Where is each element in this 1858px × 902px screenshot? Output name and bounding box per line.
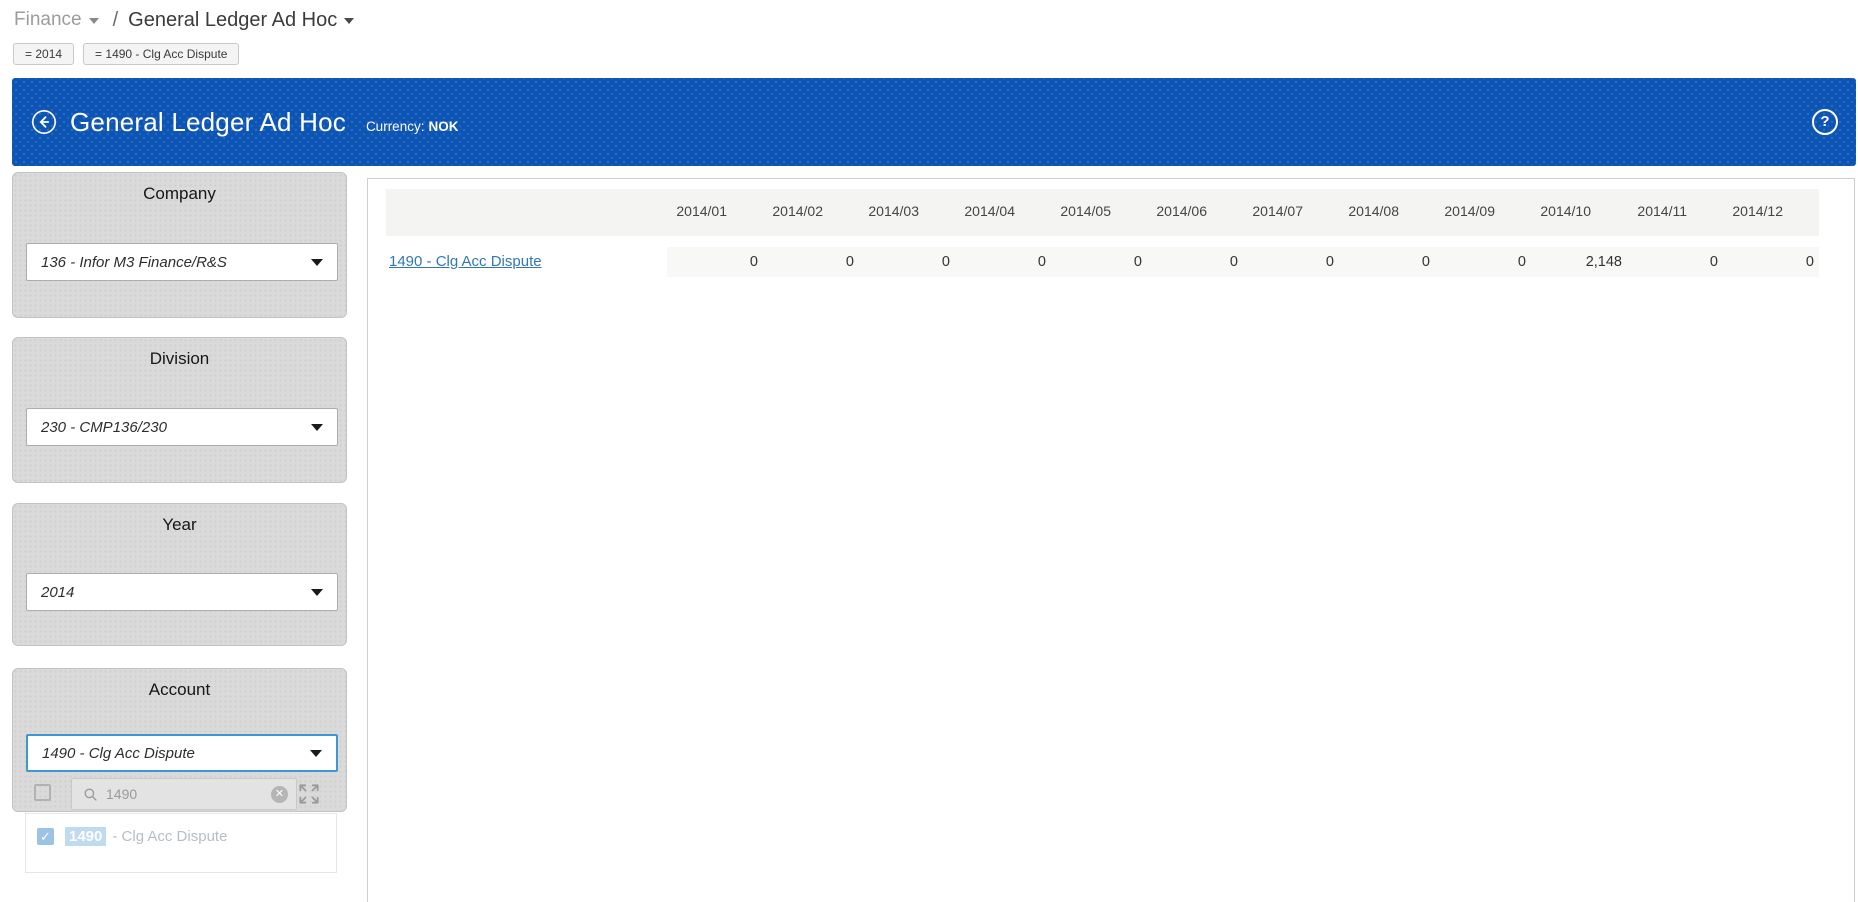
value-cell: 0 (763, 247, 859, 277)
content-card: 2014/01 2014/02 2014/03 2014/04 2014/05 … (367, 178, 1855, 902)
column-header: 2014/07 (1243, 189, 1339, 236)
panel-title: Account (13, 669, 346, 700)
filter-chip-account[interactable]: = 1490 - Clg Acc Dispute (83, 43, 239, 65)
chevron-down-icon (311, 259, 323, 266)
value-cell: 0 (1435, 247, 1531, 277)
filter-panel-company: Company 136 - Infor M3 Finance/R&S (12, 172, 347, 318)
currency-indicator: Currency:NOK (366, 119, 459, 134)
column-header: 2014/09 (1435, 189, 1531, 236)
value-cell: 0 (1723, 247, 1819, 277)
column-header: 2014/05 (1051, 189, 1147, 236)
checked-checkbox[interactable]: ✓ (37, 828, 54, 845)
chevron-down-icon[interactable] (344, 18, 354, 24)
column-header: 2014/01 (667, 189, 763, 236)
filter-panel-year: Year 2014 (12, 503, 347, 646)
account-option-label: - Clg Acc Dispute (112, 828, 227, 845)
company-select-value: 136 - Infor M3 Finance/R&S (41, 254, 311, 271)
value-cell: 0 (1627, 247, 1723, 277)
column-header: 2014/03 (859, 189, 955, 236)
row-label-column-header (386, 189, 667, 236)
account-search-input[interactable] (106, 786, 271, 802)
currency-value: NOK (428, 119, 458, 134)
value-cell: 2,148 (1531, 247, 1627, 277)
value-cell: 0 (1243, 247, 1339, 277)
filter-chip-bar: = 2014 = 1490 - Clg Acc Dispute (13, 43, 239, 65)
account-option-list: ✓ 1490 - Clg Acc Dispute (25, 813, 337, 873)
column-header: 2014/08 (1339, 189, 1435, 236)
select-all-checkbox[interactable] (34, 784, 51, 801)
value-cell: 0 (859, 247, 955, 277)
account-search-field: ✕ (71, 778, 297, 810)
back-button[interactable] (31, 109, 57, 135)
year-select-value: 2014 (41, 584, 311, 601)
back-arrow-icon (31, 109, 57, 135)
chevron-down-icon (311, 424, 323, 431)
column-header: 2014/12 (1723, 189, 1819, 236)
value-cell: 0 (1147, 247, 1243, 277)
clear-search-button[interactable]: ✕ (271, 786, 288, 803)
filter-chip-year[interactable]: = 2014 (13, 43, 74, 65)
account-select-value: 1490 - Clg Acc Dispute (42, 745, 310, 762)
panel-title: Year (13, 504, 346, 535)
chevron-down-icon (311, 589, 323, 596)
help-icon: ? (1820, 113, 1829, 130)
value-cell: 0 (1339, 247, 1435, 277)
table-header-row: 2014/01 2014/02 2014/03 2014/04 2014/05 … (386, 189, 1819, 236)
help-button[interactable]: ? (1812, 109, 1838, 135)
page-header: General Ledger Ad Hoc Currency:NOK ? (12, 78, 1856, 166)
breadcrumb-current[interactable]: General Ledger Ad Hoc (128, 9, 337, 32)
panel-title: Company (13, 173, 346, 204)
account-select[interactable]: 1490 - Clg Acc Dispute (26, 734, 338, 772)
panel-title: Division (13, 338, 346, 369)
filter-panel-division: Division 230 - CMP136/230 (12, 337, 347, 483)
expand-button[interactable] (296, 781, 322, 807)
column-header: 2014/02 (763, 189, 859, 236)
account-option-code: 1490 (65, 827, 106, 846)
page: Finance / General Ledger Ad Hoc = 2014 =… (0, 0, 1858, 902)
breadcrumb-parent[interactable]: Finance (14, 9, 82, 31)
currency-label: Currency: (366, 119, 425, 134)
company-select[interactable]: 136 - Infor M3 Finance/R&S (26, 243, 338, 281)
table-row: 1490 - Clg Acc Dispute 0 0 0 0 0 0 0 0 0… (386, 247, 1819, 277)
breadcrumb: Finance / General Ledger Ad Hoc (14, 7, 354, 33)
row-label-cell: 1490 - Clg Acc Dispute (386, 247, 667, 277)
year-select[interactable]: 2014 (26, 573, 338, 611)
account-option[interactable]: ✓ 1490 - Clg Acc Dispute (26, 814, 336, 846)
account-row-link[interactable]: 1490 - Clg Acc Dispute (389, 253, 542, 270)
column-header: 2014/11 (1627, 189, 1723, 236)
breadcrumb-separator: / (113, 9, 119, 32)
chevron-down-icon (310, 750, 322, 757)
value-cell: 0 (667, 247, 763, 277)
value-cell: 0 (1051, 247, 1147, 277)
account-search-row: ✕ (13, 773, 346, 813)
division-select[interactable]: 230 - CMP136/230 (26, 408, 338, 446)
filter-panel-account: Account 1490 - Clg Acc Dispute ✕ (12, 668, 347, 812)
clear-icon: ✕ (275, 788, 284, 800)
value-cell: 0 (955, 247, 1051, 277)
page-title: General Ledger Ad Hoc (70, 107, 346, 138)
column-header: 2014/04 (955, 189, 1051, 236)
search-icon (83, 787, 98, 802)
column-header: 2014/10 (1531, 189, 1627, 236)
division-select-value: 230 - CMP136/230 (41, 419, 311, 436)
check-icon: ✓ (40, 829, 51, 844)
chevron-down-icon[interactable] (89, 18, 99, 24)
expand-icon (296, 781, 322, 807)
column-header: 2014/06 (1147, 189, 1243, 236)
